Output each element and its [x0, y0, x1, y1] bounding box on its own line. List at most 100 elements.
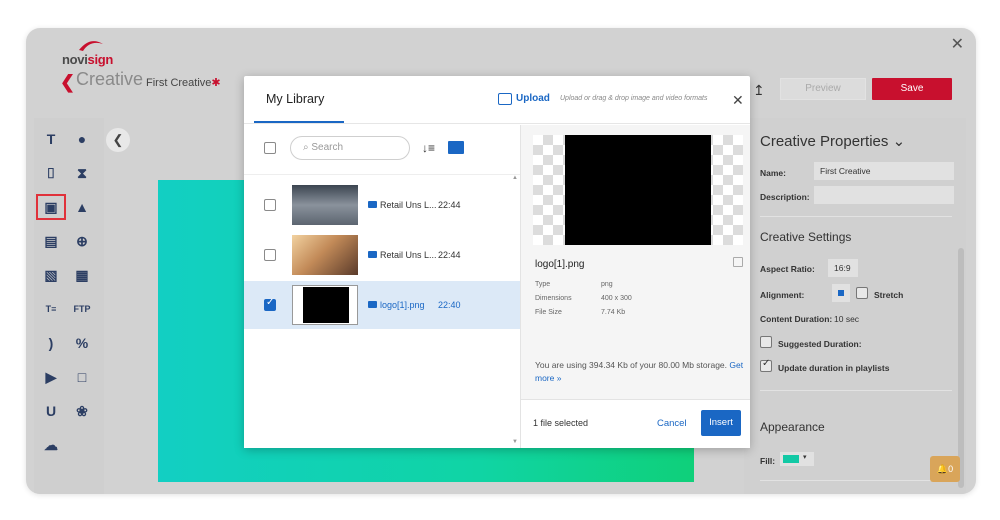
cancel-button[interactable]: Cancel [657, 418, 687, 429]
upload-icon[interactable] [498, 93, 512, 105]
file-thumbnail [292, 235, 358, 275]
aspect-ratio-select[interactable]: 16:9 [828, 259, 858, 277]
file-row[interactable]: Retail Uns L... 22:44 [244, 181, 520, 229]
storage-usage: You are using 394.34 Kb of your 80.00 Mb… [535, 359, 745, 385]
save-button[interactable]: Save [872, 78, 952, 100]
type-label: Type [535, 281, 551, 288]
ftp-icon[interactable]: FTP [72, 300, 92, 318]
modal-footer: 1 file selected Cancel Insert [521, 399, 750, 448]
section-title: Creative [76, 69, 144, 89]
text-list-icon[interactable]: T≡ [41, 300, 61, 318]
divider [760, 480, 952, 481]
divider [760, 390, 952, 391]
brand-wordmark: novisign [62, 52, 113, 67]
alignment-center-dot [838, 290, 844, 296]
globe-icon[interactable]: ⊕ [72, 232, 92, 250]
file-checkbox[interactable] [264, 249, 276, 261]
image-icon[interactable]: ▣ [36, 194, 66, 220]
weather-icon[interactable]: ☁ [41, 436, 61, 454]
divider [760, 216, 952, 217]
edit-icon[interactable] [733, 257, 743, 267]
camera-icon [368, 201, 377, 208]
logo-swoosh-icon [79, 41, 103, 51]
active-tab-indicator [254, 121, 344, 123]
thumbnail-image [303, 287, 349, 323]
notification-count: 0 [948, 464, 954, 474]
close-editor-icon[interactable]: ✕ [951, 34, 964, 54]
file-row[interactable]: Retail Uns L... 22:44 [244, 231, 520, 279]
storage-text: You are using 394.34 Kb of your 80.00 Mb… [535, 360, 728, 370]
content-duration-value[interactable]: 10 sec [834, 314, 859, 324]
file-time: 22:40 [438, 300, 461, 310]
shapes-icon[interactable]: ▲ [72, 198, 92, 216]
appearance-title: Appearance [760, 420, 825, 434]
library-tab-title[interactable]: My Library [266, 92, 324, 106]
name-field[interactable]: First Creative [814, 162, 954, 180]
notifications-button[interactable]: 🔔0 [930, 456, 960, 482]
file-checkbox[interactable] [264, 297, 276, 311]
file-time: 22:44 [438, 200, 461, 210]
brand-suffix: sign [87, 52, 114, 67]
select-all-checkbox[interactable] [264, 142, 276, 154]
search-placeholder: Search [311, 142, 344, 153]
novisign-logo: novisign [60, 38, 120, 70]
properties-title: Creative Properties ⌄ [760, 132, 905, 150]
screen-icon[interactable]: □ [72, 368, 92, 386]
video-icon[interactable]: ▤ [41, 232, 61, 250]
publish-icon[interactable]: ↥ [753, 82, 765, 99]
image-filter-icon[interactable] [448, 141, 464, 154]
file-preview-image [565, 135, 711, 245]
search-icon: ⌕ [303, 142, 309, 153]
stretch-checkbox[interactable] [856, 287, 868, 299]
preview-button[interactable]: Preview [780, 78, 866, 100]
file-detail-pane: logo[1].png Type png Dimensions 400 x 30… [521, 125, 750, 448]
scroll-down-icon[interactable]: ▼ [512, 439, 518, 445]
file-list-pane: ⌕ Search ↓≡ Retail Uns L... 22:44 Retail… [244, 125, 520, 448]
back-chevron-icon[interactable]: ❮ [60, 72, 75, 93]
unsaved-marker: ✱ [211, 77, 221, 89]
alignment-grid-icon[interactable] [832, 284, 850, 302]
fill-swatch [783, 455, 799, 463]
hourglass-icon[interactable]: ⧗ [72, 164, 92, 182]
collapse-toolbar-button[interactable]: ❮ [106, 128, 130, 152]
brand-prefix: novi [62, 52, 88, 67]
update-duration-label: Update duration in playlists [778, 363, 890, 373]
upload-button[interactable]: Upload [516, 93, 550, 104]
file-checkbox[interactable] [264, 199, 276, 211]
description-field[interactable] [814, 186, 954, 204]
dimensions-value: 400 x 300 [601, 295, 632, 302]
dimensions-label: Dimensions [535, 295, 572, 302]
detail-filename: logo[1].png [535, 259, 585, 270]
twitter-icon[interactable]: ❀ [72, 402, 92, 420]
web-image-icon[interactable]: ▦ [72, 266, 92, 284]
fill-color-picker[interactable]: ▾ [780, 452, 814, 466]
modal-header: My Library Upload Upload or drag & drop … [244, 76, 750, 124]
properties-scrollbar[interactable] [958, 248, 964, 488]
insert-button[interactable]: Insert [701, 410, 741, 436]
file-list-scrollbar[interactable]: ▲ ▼ [512, 175, 518, 445]
speech-icon[interactable]: % [72, 334, 92, 352]
slideshow-icon[interactable]: ▧ [41, 266, 61, 284]
sort-icon[interactable]: ↓≡ [422, 141, 435, 155]
preview-transparency-bg [533, 135, 743, 245]
close-modal-icon[interactable]: ✕ [732, 92, 744, 109]
search-input[interactable]: ⌕ Search [290, 136, 410, 160]
text-icon[interactable]: T [41, 130, 61, 148]
name-label: Name: [760, 168, 786, 178]
clock-icon[interactable]: ● [72, 130, 92, 148]
suggested-duration-checkbox[interactable] [760, 336, 772, 348]
ticker-icon[interactable]: ⌷ [41, 164, 61, 182]
file-name: Retail Uns L... [380, 200, 437, 210]
scroll-up-icon[interactable]: ▲ [512, 175, 518, 181]
rss-icon[interactable]: ) [41, 334, 61, 352]
size-value: 7.74 Kb [601, 309, 626, 316]
camera-icon [368, 301, 377, 308]
file-row-selected[interactable]: logo[1].png 22:40 [244, 281, 520, 329]
app-window: novisign ❮ Creative First Creative✱ ✕ ↥ … [26, 28, 976, 494]
file-thumbnail [292, 185, 358, 225]
update-duration-checkbox[interactable] [760, 358, 772, 372]
u-icon[interactable]: U [41, 402, 61, 420]
chevron-down-icon[interactable]: ⌄ [893, 133, 906, 150]
youtube-icon[interactable]: ▶ [41, 368, 61, 386]
upload-hint: Upload or drag & drop image and video fo… [560, 95, 708, 102]
